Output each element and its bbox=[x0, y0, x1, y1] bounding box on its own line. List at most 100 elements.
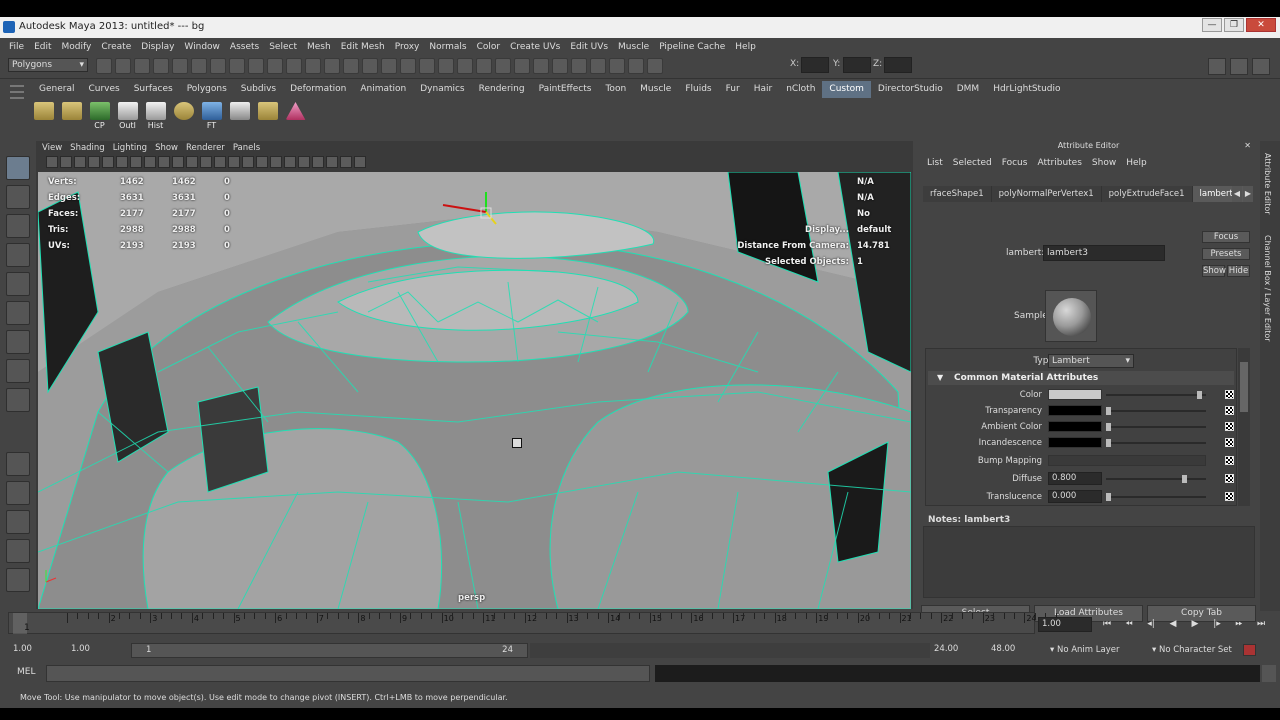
textured-icon[interactable] bbox=[270, 156, 282, 168]
render-current-icon[interactable] bbox=[571, 58, 587, 74]
play-backwards-icon[interactable]: ◀ bbox=[1165, 617, 1181, 632]
shelf-tab-directorstudio[interactable]: DirectorStudio bbox=[871, 81, 950, 98]
material-type-select[interactable]: Lambert bbox=[1048, 354, 1134, 368]
shelf-tab-general[interactable]: General bbox=[32, 81, 81, 98]
incandescence-swatch[interactable] bbox=[1048, 437, 1102, 448]
shelf-tab-subdivs[interactable]: Subdivs bbox=[234, 81, 283, 98]
menu-assets[interactable]: Assets bbox=[225, 42, 264, 52]
mask-dynamic-icon[interactable] bbox=[305, 58, 321, 74]
camera-select-icon[interactable] bbox=[46, 156, 58, 168]
focus-button[interactable]: Focus bbox=[1202, 231, 1250, 243]
anim-layer-dropdown[interactable]: ▾ No Anim Layer bbox=[1050, 643, 1119, 658]
translucence-slider[interactable] bbox=[1106, 493, 1206, 501]
duplicate-icon[interactable] bbox=[256, 100, 279, 130]
menu-proxy[interactable]: Proxy bbox=[390, 42, 425, 52]
mask-curve-icon[interactable] bbox=[248, 58, 264, 74]
map-button-icon[interactable] bbox=[1225, 438, 1234, 447]
use-all-lights-icon[interactable] bbox=[284, 156, 296, 168]
shelf-tab-fluids[interactable]: Fluids bbox=[678, 81, 718, 98]
ae-tab-poly-extrude[interactable]: polyExtrudeFace1 bbox=[1102, 186, 1193, 202]
single-perspective-layout-icon[interactable] bbox=[6, 452, 30, 476]
safe-action-icon[interactable] bbox=[200, 156, 212, 168]
open-scene-icon[interactable] bbox=[115, 58, 131, 74]
center-pivot-icon[interactable]: CP bbox=[88, 100, 111, 130]
mask-joint-icon[interactable] bbox=[229, 58, 245, 74]
step-forward-key-icon[interactable]: ⏩︎ bbox=[1231, 617, 1247, 632]
menu-edit-uvs[interactable]: Edit UVs bbox=[565, 42, 613, 52]
freeze-transform-icon[interactable]: FT bbox=[200, 100, 223, 130]
menu-create[interactable]: Create bbox=[96, 42, 136, 52]
grease-pencil-icon[interactable] bbox=[116, 156, 128, 168]
mask-misc-icon[interactable] bbox=[343, 58, 359, 74]
snap-point-icon[interactable] bbox=[438, 58, 454, 74]
mask-deform-icon[interactable] bbox=[286, 58, 302, 74]
attribute-scrollbar[interactable] bbox=[1238, 348, 1250, 506]
shelf-tab-hair[interactable]: Hair bbox=[747, 81, 779, 98]
side-tab-channel-box[interactable]: Channel Box / Layer Editor bbox=[1263, 235, 1272, 342]
shadows-icon[interactable] bbox=[298, 156, 310, 168]
snap-plane-icon[interactable] bbox=[457, 58, 473, 74]
snap-curve-icon[interactable] bbox=[419, 58, 435, 74]
y-field[interactable] bbox=[843, 57, 871, 73]
toggle-channel-box-icon[interactable] bbox=[1252, 58, 1270, 75]
toggle-attribute-editor-icon[interactable] bbox=[1208, 58, 1226, 75]
outliner-icon[interactable]: Outl bbox=[116, 100, 139, 130]
close-button[interactable]: ✕ bbox=[1246, 18, 1276, 32]
paint-select-tool-icon[interactable] bbox=[6, 214, 30, 238]
menu-color[interactable]: Color bbox=[472, 42, 506, 52]
ae-menu-show[interactable]: Show bbox=[1087, 158, 1121, 168]
shelf-tab-toon[interactable]: Toon bbox=[598, 81, 633, 98]
script-editor-icon[interactable] bbox=[1262, 665, 1276, 682]
shelf-tab-surfaces[interactable]: Surfaces bbox=[127, 81, 180, 98]
wireframe-on-shaded-icon[interactable] bbox=[256, 156, 268, 168]
menu-normals[interactable]: Normals bbox=[424, 42, 471, 52]
rotate-tool-icon[interactable] bbox=[6, 272, 30, 296]
highlight-selection-icon[interactable] bbox=[381, 58, 397, 74]
tab-right-icon[interactable]: ▶ bbox=[1243, 186, 1253, 202]
ambient-occlusion-icon[interactable] bbox=[312, 156, 324, 168]
menu-muscle[interactable]: Muscle bbox=[613, 42, 654, 52]
image-plane-icon[interactable] bbox=[88, 156, 100, 168]
shelf-tab-deformation[interactable]: Deformation bbox=[283, 81, 353, 98]
play-forwards-icon[interactable]: ▶ bbox=[1187, 617, 1203, 632]
playback-start-field[interactable]: 1.00 bbox=[68, 643, 126, 658]
lock-selection-icon[interactable] bbox=[362, 58, 378, 74]
vp-menu-view[interactable]: View bbox=[38, 143, 66, 153]
sphere-wire-icon[interactable] bbox=[172, 100, 195, 130]
minimize-button[interactable]: — bbox=[1202, 18, 1222, 32]
vp-menu-show[interactable]: Show bbox=[151, 143, 182, 153]
vp-menu-renderer[interactable]: Renderer bbox=[182, 143, 229, 153]
ae-menu-attributes[interactable]: Attributes bbox=[1032, 158, 1086, 168]
diffuse-field[interactable]: 0.800 bbox=[1048, 472, 1102, 485]
diffuse-slider[interactable] bbox=[1106, 475, 1206, 483]
map-button-icon[interactable] bbox=[1225, 492, 1234, 501]
section-header-common-material[interactable]: ▼ Common Material Attributes bbox=[928, 371, 1234, 385]
shelf-tab-ncloth[interactable]: nCloth bbox=[779, 81, 822, 98]
shelf-tab-painteffects[interactable]: PaintEffects bbox=[532, 81, 599, 98]
shelf-tab-dynamics[interactable]: Dynamics bbox=[413, 81, 471, 98]
animation-preferences-icon[interactable] bbox=[1243, 644, 1256, 656]
last-tool-icon[interactable] bbox=[6, 388, 30, 412]
ae-menu-focus[interactable]: Focus bbox=[997, 158, 1033, 168]
step-back-frame-icon[interactable]: ◂| bbox=[1143, 617, 1159, 632]
grid-icon[interactable] bbox=[130, 156, 142, 168]
transparency-swatch[interactable] bbox=[1048, 405, 1102, 416]
maximize-button[interactable]: ❐ bbox=[1224, 18, 1244, 32]
vp-menu-panels[interactable]: Panels bbox=[229, 143, 264, 153]
x-ray-joints-icon[interactable] bbox=[354, 156, 366, 168]
select-tool-icon[interactable] bbox=[6, 156, 30, 180]
step-forward-frame-icon[interactable]: |▸ bbox=[1209, 617, 1225, 632]
new-scene-icon[interactable] bbox=[96, 58, 112, 74]
menu-modify[interactable]: Modify bbox=[57, 42, 97, 52]
go-to-end-icon[interactable]: ⏭ bbox=[1253, 617, 1269, 632]
shelf-tab-hdrlightstudio[interactable]: HdrLightStudio bbox=[986, 81, 1067, 98]
character-set-dropdown[interactable]: ▾ No Character Set bbox=[1152, 643, 1232, 658]
construction-history-icon[interactable] bbox=[533, 58, 549, 74]
select-object-icon[interactable] bbox=[172, 58, 188, 74]
ambient-color-swatch[interactable] bbox=[1048, 421, 1102, 432]
history-icon[interactable]: Hist bbox=[144, 100, 167, 130]
menu-create-uvs[interactable]: Create UVs bbox=[505, 42, 565, 52]
shelf-tab-curves[interactable]: Curves bbox=[81, 81, 126, 98]
map-button-icon[interactable] bbox=[1225, 456, 1234, 465]
shelf-tab-custom[interactable]: Custom bbox=[822, 81, 871, 98]
